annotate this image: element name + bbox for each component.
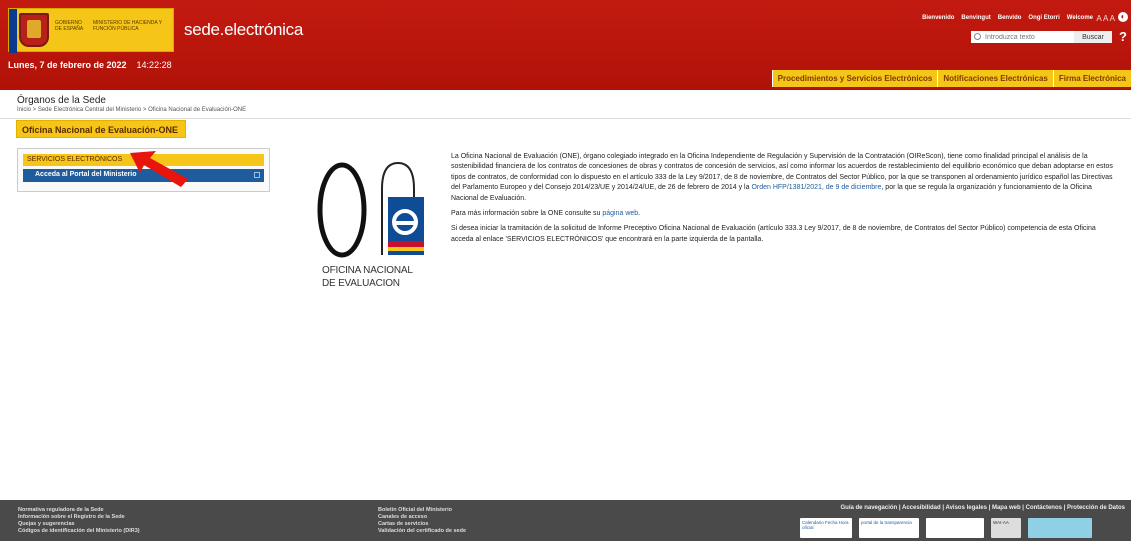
- time: 14:22:28: [136, 60, 172, 70]
- footer-link[interactable]: Cartas de servicios: [378, 521, 466, 528]
- eu-flag-icon: [9, 9, 17, 53]
- footer-col-1: Normativa reguladora de la Sede Informac…: [18, 507, 140, 535]
- agenda-badge[interactable]: [1028, 518, 1092, 538]
- main-content: La Oficina Nacional de Evaluación (ONE),…: [451, 152, 1118, 250]
- one-logo-caption: OFICINA NACIONAL DE EVALUACION: [322, 264, 422, 290]
- calendar-badge[interactable]: Calendario Fecha Hora oficial: [800, 518, 852, 538]
- footer-link[interactable]: Quejas y sugerencias: [18, 521, 140, 528]
- divider: [0, 118, 1131, 119]
- footer-utility-links[interactable]: Guía de navegación | Accesibilidad | Avi…: [841, 505, 1125, 511]
- main-nav: Procedimientos y Servicios Electrónicos …: [771, 70, 1131, 87]
- caption-line2: DE EVALUACION: [322, 278, 400, 289]
- page: GOBIERNO DE ESPAÑA MINISTERIO DE HACIEND…: [0, 0, 1131, 541]
- date: Lunes, 7 de febrero de 2022: [8, 60, 127, 70]
- lang-ca[interactable]: Benvingut: [961, 15, 990, 21]
- red-arrow-icon: [130, 151, 188, 187]
- search-button[interactable]: Buscar: [1074, 31, 1112, 43]
- footer-link[interactable]: Boletín Oficial del Ministerio: [378, 507, 466, 514]
- breadcrumb[interactable]: Inicio > Sede Electrónica Central del Mi…: [17, 107, 246, 113]
- help-icon[interactable]: ?: [1119, 29, 1127, 44]
- footer-link[interactable]: Información sobre el Registro de la Sede: [18, 514, 140, 521]
- p2-text-b: .: [638, 210, 641, 218]
- footer-col-2: Boletín Oficial del Ministerio Canales d…: [378, 507, 466, 535]
- p2-text-a: Para más información sobre la ONE consul…: [451, 210, 603, 218]
- coat-of-arms-icon: [19, 13, 49, 47]
- footer-link[interactable]: Validación del certificado de sede: [378, 528, 466, 535]
- header: GOBIERNO DE ESPAÑA MINISTERIO DE HACIEND…: [0, 0, 1131, 90]
- page-title: Oficina Nacional de Evaluación-ONE: [16, 120, 186, 138]
- sede-electronica-title[interactable]: sede.electrónica: [184, 20, 303, 40]
- date-time: Lunes, 7 de febrero de 2022 14:22:28: [8, 60, 172, 70]
- lang-gl[interactable]: Benvido: [998, 15, 1022, 21]
- external-link-icon: [254, 172, 260, 178]
- wai-badge[interactable]: WAI-AA: [991, 518, 1021, 538]
- tab-firma[interactable]: Firma Electrónica: [1052, 70, 1131, 87]
- ministerio-label: MINISTERIO DE HACIENDA Y FUNCIÓN PÚBLICA: [93, 20, 162, 32]
- language-links: Bienvenido Benvingut Benvido Ongi Etorri…: [922, 15, 1093, 21]
- pagina-web-link[interactable]: página web: [602, 210, 638, 217]
- portal-label: Acceda al Portal del Ministerio: [35, 171, 137, 178]
- transparency-badge[interactable]: portal de la transparencia: [859, 518, 919, 538]
- font-size-controls[interactable]: A A A: [1096, 14, 1115, 23]
- caption-line1: OFICINA NACIONAL: [322, 265, 413, 276]
- gobierno-label: GOBIERNO DE ESPAÑA: [55, 20, 84, 32]
- government-badge[interactable]: [926, 518, 984, 538]
- footer-link[interactable]: Canales de acceso: [378, 514, 466, 521]
- paragraph-2: Para más información sobre la ONE consul…: [451, 209, 1118, 219]
- footer-link[interactable]: Códigos de identificación del Ministerio…: [18, 528, 140, 535]
- tab-notificaciones[interactable]: Notificaciones Electrónicas: [937, 70, 1053, 87]
- section-title: Órganos de la Sede: [17, 95, 106, 106]
- lang-es[interactable]: Bienvenido: [922, 15, 954, 21]
- contrast-icon[interactable]: ◐: [1118, 12, 1128, 22]
- search-bar: Buscar: [971, 31, 1114, 43]
- lang-en[interactable]: Welcome: [1067, 15, 1093, 21]
- tab-procedimientos[interactable]: Procedimientos y Servicios Electrónicos: [771, 70, 938, 87]
- lang-eu[interactable]: Ongi Etorri: [1028, 15, 1059, 21]
- search-icon: [974, 33, 981, 40]
- footer-badges: Calendario Fecha Hora oficial portal de …: [800, 518, 1092, 538]
- government-logo[interactable]: GOBIERNO DE ESPAÑA MINISTERIO DE HACIEND…: [8, 8, 174, 53]
- footer: Normativa reguladora de la Sede Informac…: [0, 500, 1131, 541]
- search-input[interactable]: [971, 31, 1074, 43]
- orden-link[interactable]: Orden HFP/1381/2021, de 9 de diciembre: [751, 184, 881, 191]
- paragraph-1: La Oficina Nacional de Evaluación (ONE),…: [451, 152, 1118, 204]
- paragraph-3: Si desea iniciar la tramitación de la so…: [451, 225, 1096, 243]
- footer-link[interactable]: Normativa reguladora de la Sede: [18, 507, 140, 514]
